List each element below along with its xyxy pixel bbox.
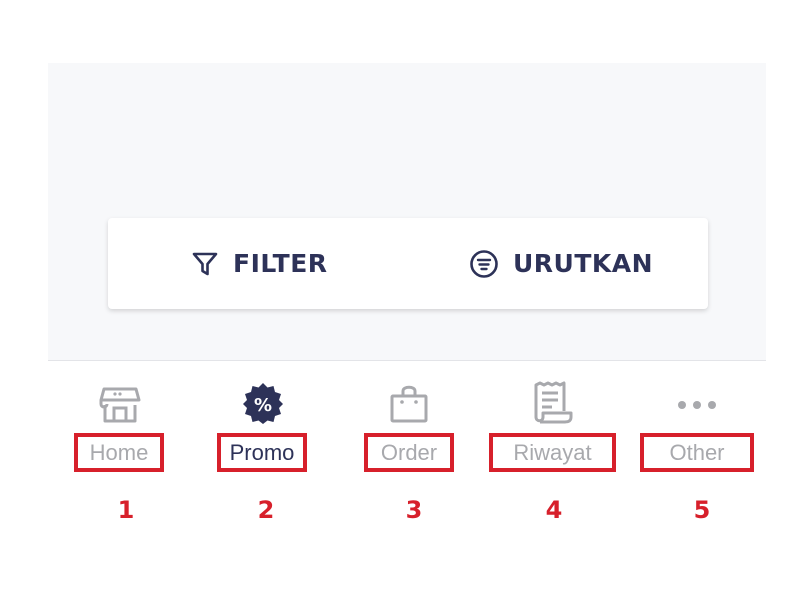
annotation-marker: 1 (117, 496, 135, 524)
svg-text:%: % (254, 395, 272, 416)
receipt-icon (534, 381, 573, 424)
more-dots-icon (678, 401, 716, 409)
nav-item-other[interactable]: Other (640, 378, 754, 488)
percent-badge-icon: % (243, 383, 283, 424)
nav-label-home: Home (74, 433, 164, 472)
filter-button[interactable]: FILTER (191, 218, 328, 309)
filter-label: FILTER (233, 249, 328, 278)
store-icon (99, 387, 141, 423)
sort-label: URUTKAN (513, 249, 654, 278)
nav-label-order: Order (364, 433, 454, 472)
nav-item-promo[interactable]: % Promo (217, 378, 307, 488)
nav-item-order[interactable]: Order (364, 378, 454, 488)
shopping-bag-icon (390, 385, 428, 423)
annotation-marker: 2 (257, 496, 275, 524)
sort-button[interactable]: URUTKAN (469, 218, 653, 309)
content-area (48, 63, 766, 361)
annotation-marker: 3 (405, 496, 423, 524)
nav-label-promo: Promo (217, 433, 307, 472)
filter-sort-bar: FILTER URUTKAN (108, 218, 708, 309)
annotation-marker: 4 (545, 496, 563, 524)
nav-item-riwayat[interactable]: Riwayat (489, 378, 616, 488)
sort-lines-icon (470, 249, 498, 278)
funnel-icon (192, 252, 218, 275)
nav-label-riwayat: Riwayat (489, 433, 616, 472)
nav-label-other: Other (640, 433, 754, 472)
annotation-marker: 5 (693, 496, 711, 524)
nav-item-home[interactable]: Home (74, 378, 164, 488)
